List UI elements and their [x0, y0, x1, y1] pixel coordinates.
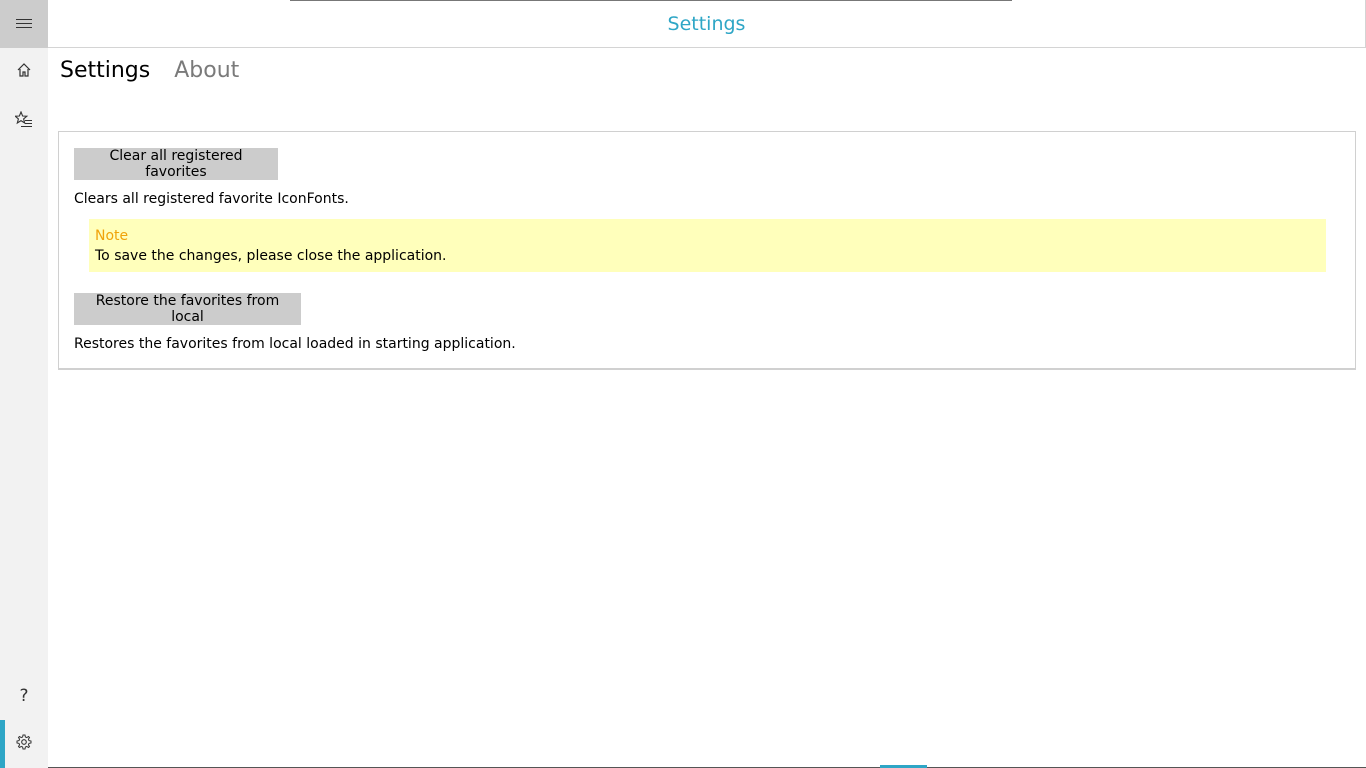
clear-favorites-description: Clears all registered favorite IconFonts… [74, 191, 349, 207]
pivot-tabs: Settings About [60, 58, 239, 83]
gear-icon [16, 734, 32, 754]
tab-about[interactable]: About [174, 58, 239, 83]
restore-favorites-description: Restores the favorites from local loaded… [74, 336, 516, 352]
nav-home-button[interactable] [0, 48, 48, 96]
title-bar: Settings [48, 0, 1366, 48]
nav-settings-button[interactable] [0, 720, 48, 768]
favorites-list-icon [13, 110, 33, 131]
clear-favorites-button[interactable]: Clear all registered favorites [74, 148, 278, 180]
tab-settings[interactable]: Settings [60, 58, 150, 83]
nav-rail: ? [0, 0, 48, 768]
note-text: To save the changes, please close the ap… [95, 248, 447, 264]
restore-favorites-button[interactable]: Restore the favorites from local [74, 293, 301, 325]
note-title: Note [95, 228, 129, 244]
hamburger-menu-icon [16, 15, 32, 34]
help-icon: ? [19, 686, 29, 706]
nav-help-button[interactable]: ? [0, 672, 48, 720]
nav-favorites-button[interactable] [0, 97, 48, 145]
home-icon [16, 62, 32, 82]
hamburger-menu-button[interactable] [0, 0, 48, 48]
settings-panel: Clear all registered favorites Clears al… [58, 131, 1356, 370]
page-title: Settings [667, 12, 746, 35]
note-box: Note To save the changes, please close t… [89, 219, 1326, 272]
top-divider [290, 0, 1012, 1]
app-window: ? Settings Settings About Clear all regi… [0, 0, 1366, 768]
